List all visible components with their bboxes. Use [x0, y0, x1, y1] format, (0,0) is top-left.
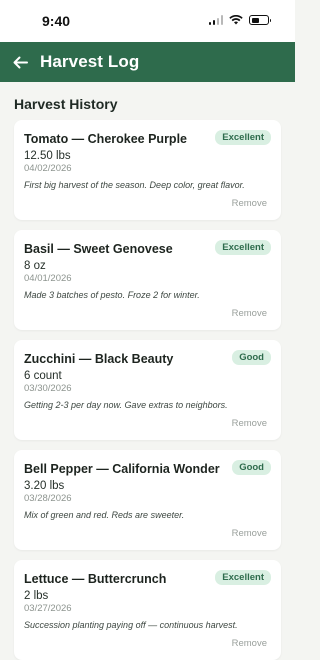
rating-badge: Good — [232, 460, 271, 475]
harvest-title: Bell Pepper — California Wonder — [24, 462, 220, 476]
harvest-date: 04/02/2026 — [24, 163, 72, 174]
harvest-note: Made 3 batches of pesto. Froze 2 for win… — [24, 290, 200, 300]
harvest-list: Tomato — Cherokee Purple Excellent 12.50… — [0, 112, 295, 660]
cellular-signal-icon — [208, 15, 223, 25]
harvest-card: Zucchini — Black Beauty Good 6 count 03/… — [14, 340, 281, 440]
remove-button[interactable]: Remove — [232, 418, 267, 429]
harvest-note: First big harvest of the season. Deep co… — [24, 180, 245, 190]
harvest-amount: 2 lbs — [24, 590, 49, 602]
harvest-date: 04/01/2026 — [24, 273, 72, 284]
arrow-left-icon — [13, 56, 28, 68]
rating-badge: Excellent — [215, 130, 271, 145]
status-time: 9:40 — [42, 13, 71, 29]
rating-badge: Excellent — [215, 240, 271, 255]
app-bar: Harvest Log — [0, 42, 295, 82]
harvest-date: 03/30/2026 — [24, 383, 72, 394]
remove-button[interactable]: Remove — [232, 198, 267, 209]
harvest-date: 03/27/2026 — [24, 603, 72, 614]
harvest-date: 03/28/2026 — [24, 493, 72, 504]
harvest-amount: 8 oz — [24, 260, 46, 272]
harvest-card: Lettuce — Buttercrunch Excellent 2 lbs 0… — [14, 560, 281, 660]
remove-button[interactable]: Remove — [232, 528, 267, 539]
harvest-note: Getting 2-3 per day now. Gave extras to … — [24, 400, 228, 410]
harvest-card: Tomato — Cherokee Purple Excellent 12.50… — [14, 120, 281, 220]
wifi-icon — [229, 15, 243, 25]
remove-button[interactable]: Remove — [232, 308, 267, 319]
harvest-title: Basil — Sweet Genovese — [24, 242, 173, 256]
harvest-title: Zucchini — Black Beauty — [24, 352, 174, 366]
harvest-card: Bell Pepper — California Wonder Good 3.2… — [14, 450, 281, 550]
harvest-note: Succession planting paying off — continu… — [24, 620, 238, 630]
harvest-card: Basil — Sweet Genovese Excellent 8 oz 04… — [14, 230, 281, 330]
section-title: Harvest History — [14, 96, 118, 112]
back-button[interactable] — [13, 56, 28, 69]
harvest-amount: 12.50 lbs — [24, 150, 71, 162]
harvest-title: Lettuce — Buttercrunch — [24, 572, 167, 586]
rating-badge: Excellent — [215, 570, 271, 585]
status-bar: 9:40 — [0, 0, 295, 42]
harvest-note: Mix of green and red. Reds are sweeter. — [24, 510, 185, 520]
harvest-amount: 6 count — [24, 370, 62, 382]
harvest-amount: 3.20 lbs — [24, 480, 65, 492]
status-icons — [208, 15, 271, 25]
battery-icon — [249, 15, 271, 25]
harvest-title: Tomato — Cherokee Purple — [24, 132, 187, 146]
page-title: Harvest Log — [40, 52, 140, 71]
rating-badge: Good — [232, 350, 271, 365]
